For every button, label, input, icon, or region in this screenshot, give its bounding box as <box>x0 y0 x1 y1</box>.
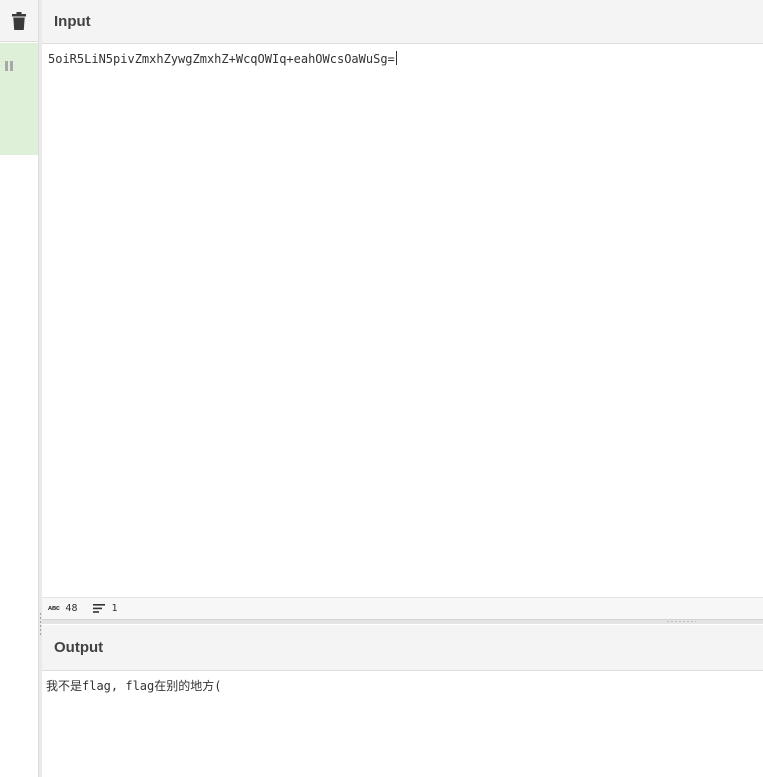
lines-stat: 1 <box>93 603 118 614</box>
left-toolbar <box>0 0 38 777</box>
pane-resize-handle[interactable] <box>42 619 763 624</box>
output-header: Output <box>42 625 763 671</box>
input-status-bar: ᴀʙᴄ 48 1 <box>42 597 763 619</box>
auto-bake-toggle[interactable] <box>0 43 38 155</box>
input-header: Input <box>42 0 763 44</box>
input-textarea[interactable]: 5oiR5LiN5pivZmxhZywgZmxhZ+WcqOWIq+eahOWc… <box>42 44 763 597</box>
trash-icon <box>12 11 26 30</box>
output-textarea[interactable]: 我不是flag, flag在别的地方( <box>42 671 763 777</box>
output-value: 我不是flag, flag在别的地方( <box>46 679 222 693</box>
input-title: Input <box>54 13 91 30</box>
resize-grip-icon <box>666 620 696 623</box>
lines-value: 1 <box>111 603 118 614</box>
lines-icon <box>93 604 106 613</box>
text-caret <box>395 51 397 65</box>
length-stat: ᴀʙᴄ 48 <box>48 603 77 614</box>
input-value: 5oiR5LiN5pivZmxhZywgZmxhZ+WcqOWIq+eahOWc… <box>48 52 395 66</box>
length-value: 48 <box>65 603 78 614</box>
abc-icon: ᴀʙᴄ <box>48 605 60 612</box>
clear-button[interactable] <box>0 0 38 42</box>
output-title: Output <box>54 639 104 656</box>
